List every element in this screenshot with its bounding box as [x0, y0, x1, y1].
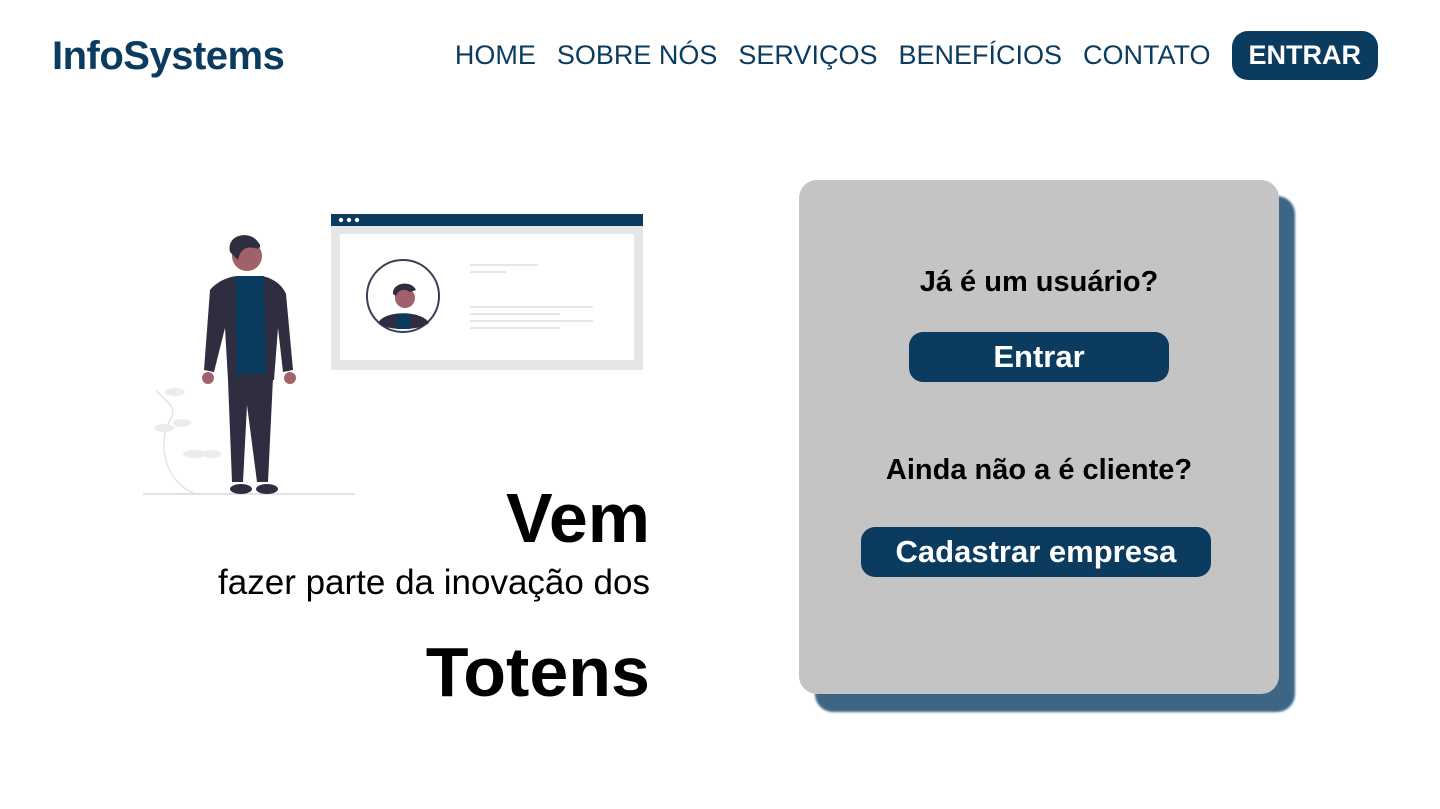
- login-card: Já é um usuário? Entrar Ainda não a é cl…: [799, 180, 1279, 694]
- new-client-question: Ainda não a é cliente?: [885, 454, 1193, 486]
- login-button[interactable]: ENTRAR: [1231, 31, 1378, 80]
- hero-line-vem: Vem: [506, 479, 650, 557]
- profile-avatar-icon: [366, 259, 440, 333]
- hero-illustration: [143, 214, 643, 495]
- nav-beneficios[interactable]: BENEFÍCIOS: [898, 40, 1062, 71]
- hero-line-totens: Totens: [425, 633, 650, 711]
- enter-button[interactable]: Entrar: [909, 332, 1169, 382]
- main-nav: HOME SOBRE NÓS SERVIÇOS BENEFÍCIOS CONTA…: [455, 31, 1378, 80]
- nav-home[interactable]: HOME: [455, 40, 536, 71]
- hero-line-subtitle: fazer parte da inovação dos: [218, 563, 650, 602]
- nav-contato[interactable]: CONTATO: [1083, 40, 1211, 71]
- existing-user-question: Já é um usuário?: [919, 266, 1159, 298]
- nav-servicos[interactable]: SERVIÇOS: [738, 40, 877, 71]
- browser-window-illustration: [331, 214, 643, 370]
- register-company-button[interactable]: Cadastrar empresa: [861, 527, 1211, 577]
- plant-illustration: [154, 388, 221, 495]
- nav-sobre-nos[interactable]: SOBRE NÓS: [557, 40, 718, 71]
- brand-logo[interactable]: InfoSystems: [52, 34, 285, 79]
